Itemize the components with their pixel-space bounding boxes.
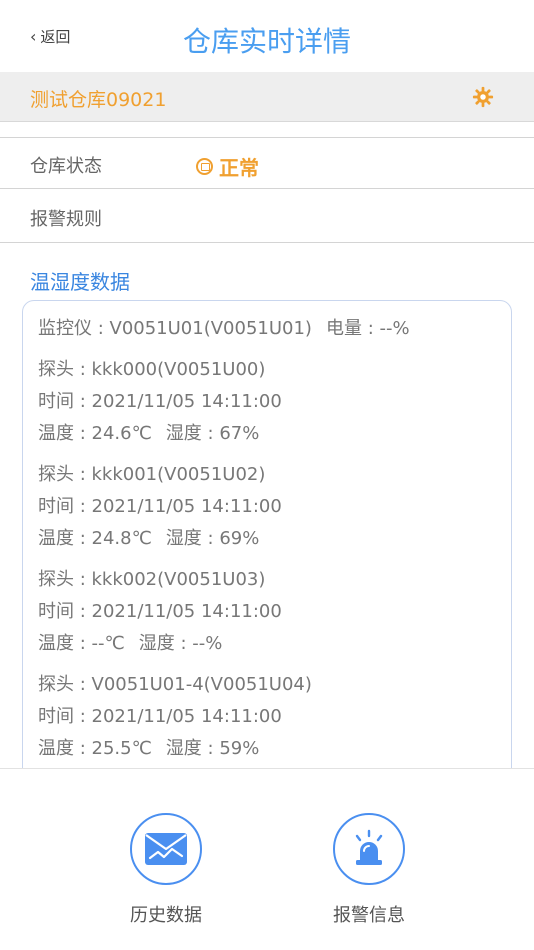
probe-humidity: 湿度 : 67% [165, 423, 260, 444]
probe-group: 探头 : kkk002(V0051U03) 时间 : 2021/11/05 14… [38, 564, 511, 660]
probe-group: 探头 : kkk001(V0051U02) 时间 : 2021/11/05 14… [38, 459, 511, 555]
probe-readings: 温度 : 24.8℃ 湿度 : 69% [38, 523, 511, 555]
probe-name: 探头 : kkk001(V0051U02) [38, 464, 266, 485]
probe-time: 时间 : 2021/11/05 14:11:00 [38, 496, 282, 517]
warehouse-bar: 测试仓库09021 [0, 72, 534, 122]
bottom-nav: 历史数据 报警信息 [0, 768, 534, 950]
probe-name: 探头 : kkk002(V0051U03) [38, 569, 266, 590]
probe-temp: 温度 : --℃ [38, 633, 125, 654]
probe-readings: 温度 : --℃ 湿度 : --% [38, 628, 511, 660]
page-title: 仓库实时详情 [182, 25, 351, 58]
probe-time: 时间 : 2021/11/05 14:11:00 [38, 391, 282, 412]
alarm-siren-icon [333, 813, 405, 885]
monitor-battery: 电量 : --% [325, 318, 410, 339]
warehouse-name: 测试仓库09021 [30, 89, 167, 111]
alarm-info-label: 报警信息 [333, 905, 405, 926]
status-value: 正常 [219, 156, 259, 180]
probe-name: 探头 : V0051U01-4(V0051U04) [38, 674, 312, 695]
history-data-button[interactable]: 历史数据 [96, 813, 236, 927]
probe-time: 时间 : 2021/11/05 14:11:00 [38, 706, 282, 727]
probe-readings: 温度 : 25.5℃ 湿度 : 59% [38, 733, 511, 765]
probe-temp: 温度 : 25.5℃ [38, 738, 152, 759]
gear-icon[interactable] [472, 86, 494, 108]
probe-time: 时间 : 2021/11/05 14:11:00 [38, 601, 282, 622]
monitor-line: 监控仪 : V0051U01(V0051U01) 电量 : --% [38, 313, 511, 345]
probe-humidity: 湿度 : 59% [165, 738, 260, 759]
sensor-section-title: 温湿度数据 [30, 270, 130, 294]
divider [0, 137, 534, 138]
alarm-rule-row[interactable]: 报警规则 [30, 205, 102, 231]
monitor-id: 监控仪 : V0051U01(V0051U01) [38, 318, 312, 339]
alarm-info-button[interactable]: 报警信息 [299, 813, 439, 927]
probe-readings: 温度 : 24.6℃ 湿度 : 67% [38, 418, 511, 450]
probe-humidity: 湿度 : 69% [165, 528, 260, 549]
probe-temp: 温度 : 24.8℃ [38, 528, 152, 549]
status-label: 仓库状态 [30, 156, 102, 177]
probe-name: 探头 : kkk000(V0051U00) [38, 359, 266, 380]
status-normal-icon [196, 158, 213, 175]
probe-humidity: 湿度 : --% [138, 633, 223, 654]
history-data-label: 历史数据 [130, 905, 202, 926]
divider [0, 242, 534, 243]
top-bar: ‹ 返回 仓库实时详情 [0, 0, 534, 72]
status-badge: 正常 [196, 152, 259, 181]
sensor-data-card[interactable]: 监控仪 : V0051U01(V0051U01) 电量 : --% 探头 : kk… [22, 300, 512, 780]
probe-group: 探头 : V0051U01-4(V0051U04) 时间 : 2021/11/0… [38, 669, 511, 765]
history-envelope-icon [130, 813, 202, 885]
divider [0, 188, 534, 189]
probe-temp: 温度 : 24.6℃ [38, 423, 152, 444]
probe-group: 探头 : kkk000(V0051U00) 时间 : 2021/11/05 14… [38, 354, 511, 450]
